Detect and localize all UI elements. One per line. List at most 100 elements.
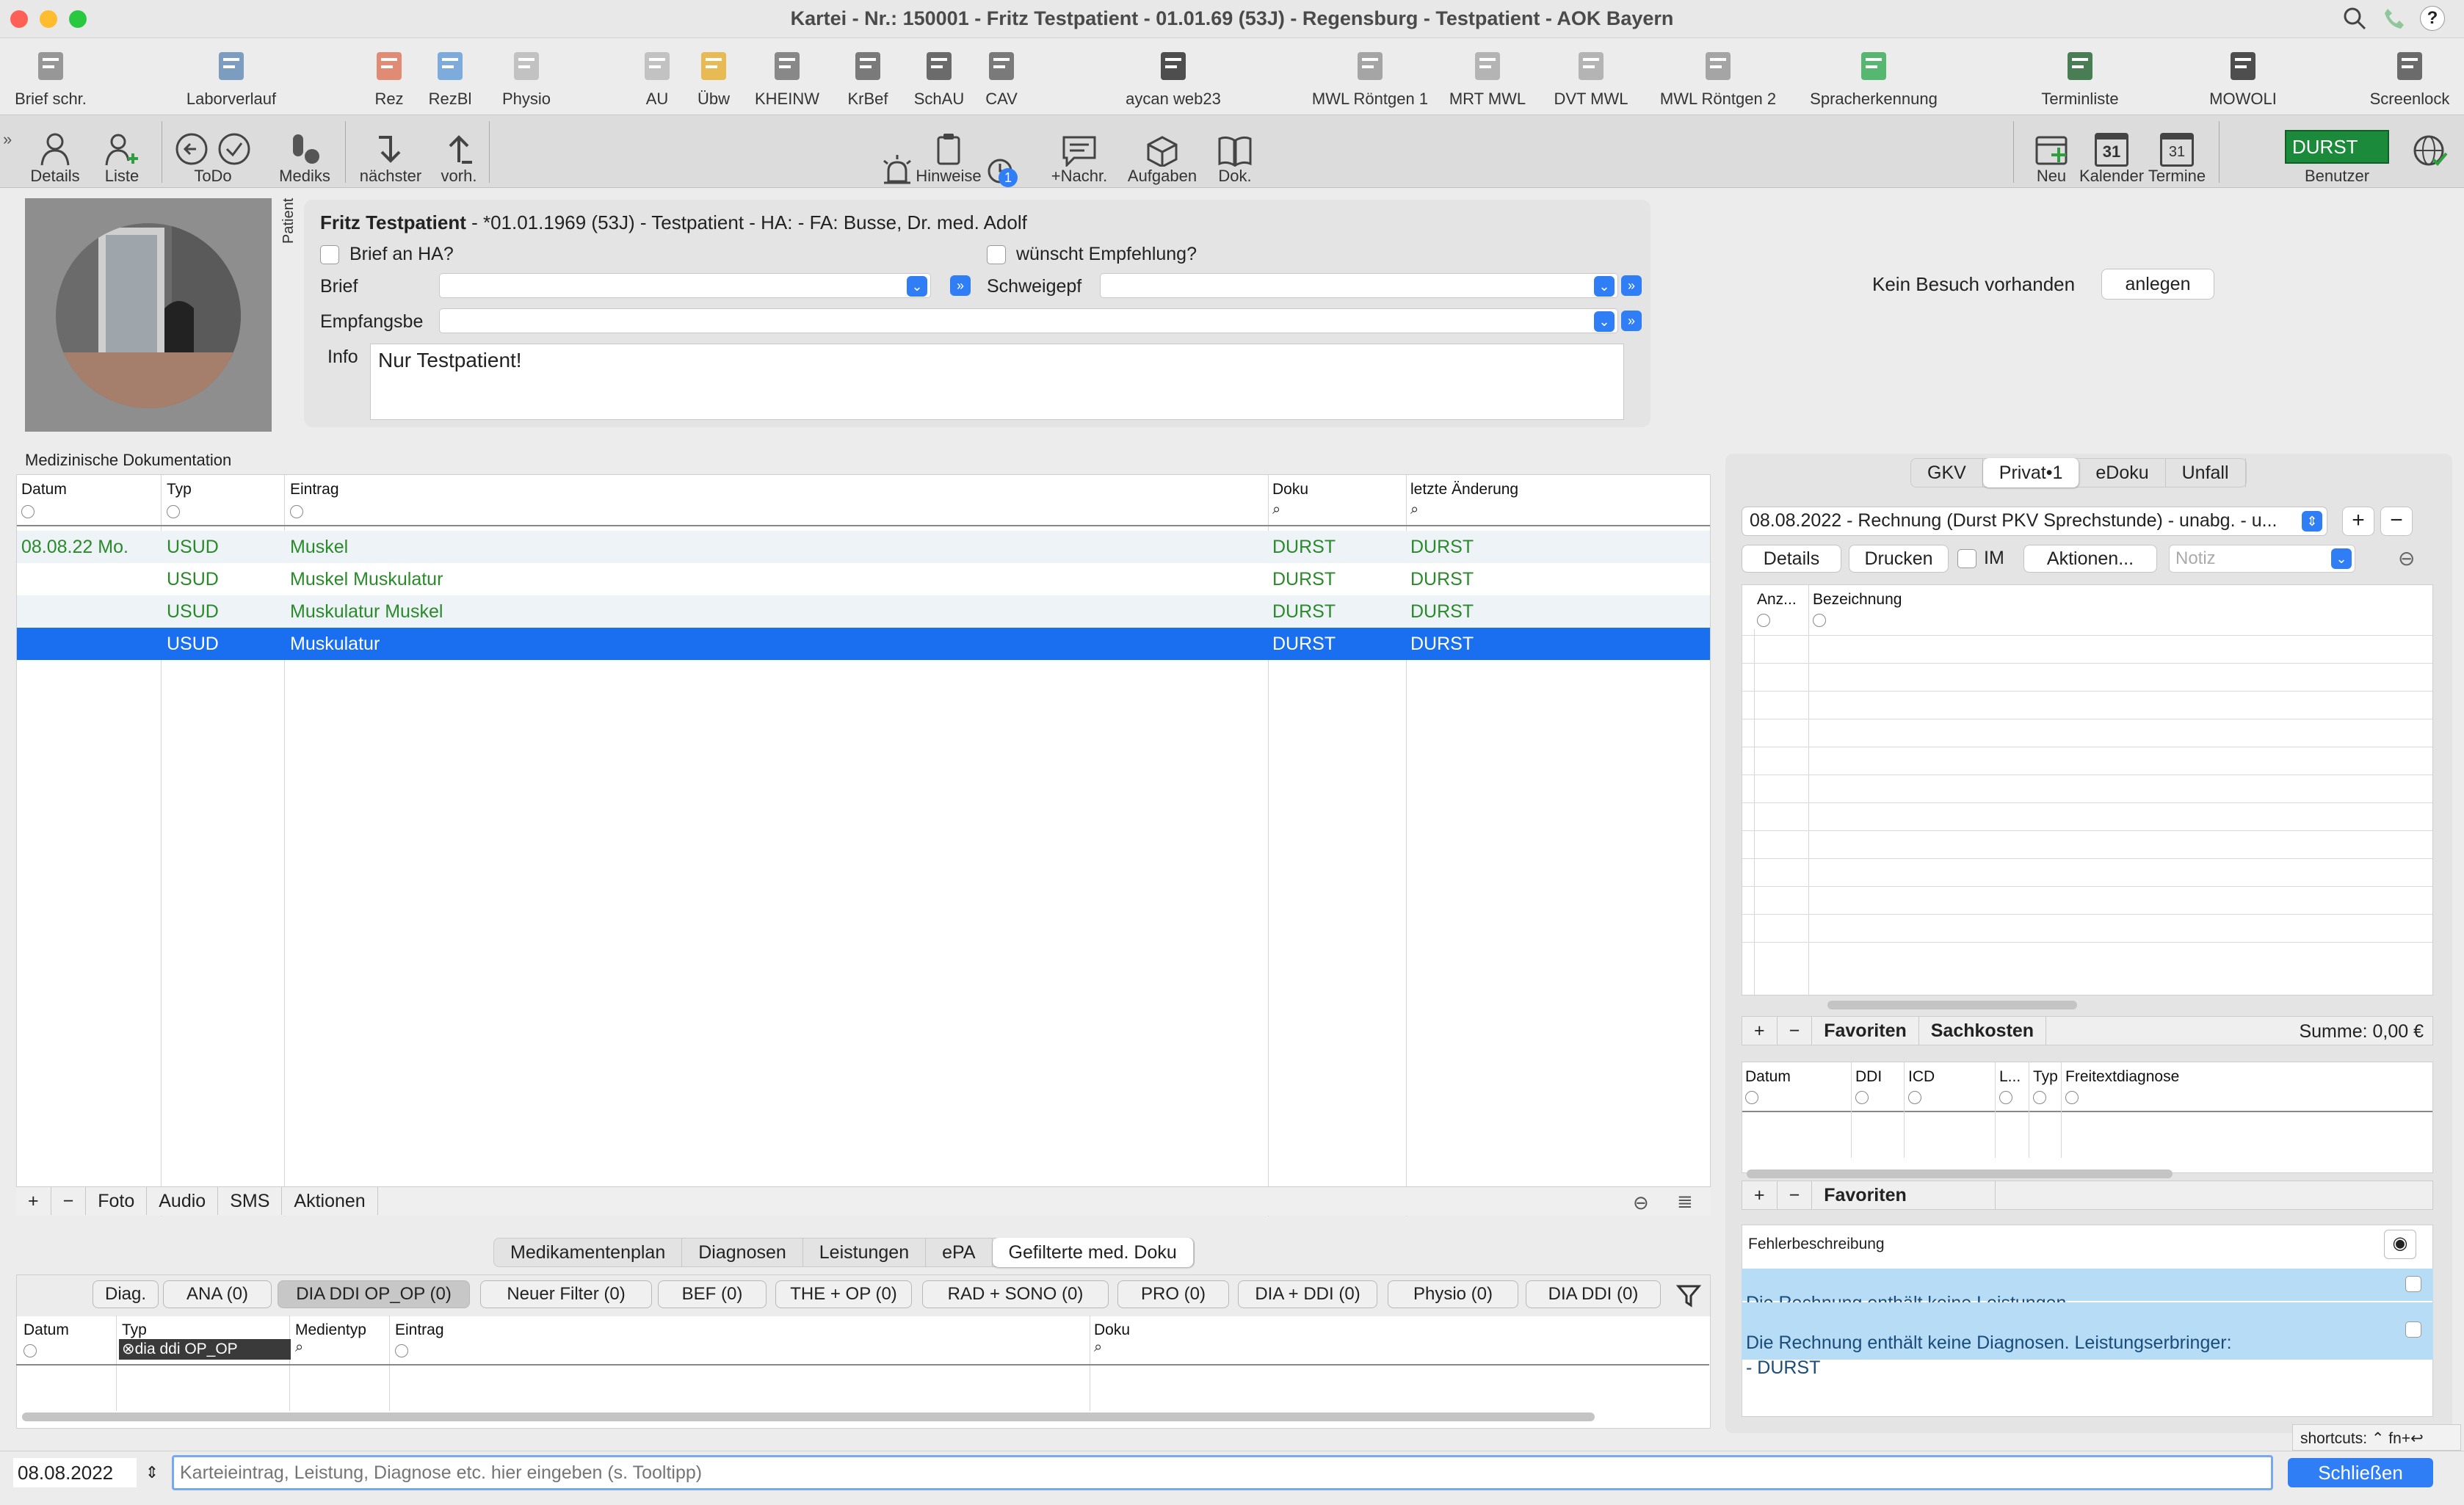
billing-tab[interactable]: eDoku (2079, 458, 2166, 487)
filter-funnel-icon[interactable] (1675, 1282, 1702, 1308)
col-doku[interactable]: Doku (1272, 481, 1308, 498)
toolbar-item-übw[interactable]: Übw (692, 38, 736, 113)
next-patient-button[interactable]: nächster (354, 120, 427, 186)
toolbar-item-au[interactable]: AU (639, 38, 675, 113)
empfehlung-option[interactable]: wünscht Empfehlung? (987, 244, 1197, 265)
info-textarea[interactable]: Nur Testpatient! (370, 344, 1624, 420)
previous-patient-button[interactable]: vorh. (433, 120, 485, 186)
eintrag-filter-radio[interactable] (290, 503, 303, 523)
globe-check-icon[interactable] (2411, 133, 2448, 175)
diag-col[interactable]: Freitextdiagnose (2065, 1068, 2179, 1086)
billing-tab[interactable]: Unfall (2166, 458, 2246, 487)
more-options-icon[interactable]: ⊖ (2398, 546, 2415, 570)
empfehlung-checkbox[interactable] (987, 244, 1006, 264)
toolbar-item-physio[interactable]: Physio (493, 38, 559, 113)
notiz-select[interactable]: Notiz ⌄ (2169, 545, 2355, 573)
fdatum-radio[interactable] (23, 1342, 37, 1363)
fcol-eintrag[interactable]: Eintrag (395, 1321, 444, 1339)
diag-col-radio[interactable] (1999, 1089, 2012, 1109)
toolbar-item-aycan-web23[interactable]: aycan web23 (1107, 38, 1239, 113)
remove-item-button[interactable]: − (1778, 1017, 1813, 1045)
benutzer-button[interactable]: DURST Benutzer (2280, 120, 2394, 186)
add-message-button[interactable]: +Nachr. (1043, 120, 1116, 186)
im-checkbox[interactable] (1957, 548, 1976, 568)
filter-chip[interactable]: Physio (0) (1388, 1280, 1518, 1308)
toolbar-item-rezbl[interactable]: RezBl (424, 38, 476, 113)
medientyp-search-icon[interactable]: ⌕ (295, 1339, 303, 1356)
toolbar-item-mowoli[interactable]: MOWOLI (2203, 38, 2283, 113)
filter-chip[interactable]: RAD + SONO (0) (922, 1280, 1109, 1308)
filter-chip[interactable]: Diag. (93, 1280, 159, 1308)
aenderung-search-icon[interactable]: ⌕ (1410, 501, 1418, 518)
fcol-doku[interactable]: Doku (1094, 1321, 1130, 1339)
typ-filter-radio[interactable] (167, 503, 180, 523)
tab-leistungen[interactable]: Leistungen (803, 1238, 927, 1267)
tab-diagnosen[interactable]: Diagnosen (682, 1238, 803, 1267)
doku-search-icon[interactable]: ⌕ (1272, 501, 1280, 518)
remove-invoice-button[interactable]: − (2380, 507, 2413, 536)
diag-col-radio[interactable] (1855, 1089, 1869, 1109)
col-eintrag[interactable]: Eintrag (290, 481, 339, 498)
help-icon[interactable]: ? (2420, 6, 2445, 31)
schweigepf-expand-icon[interactable]: » (1621, 275, 1642, 296)
toolbar-item-rez[interactable]: Rez (360, 38, 418, 113)
mediks-button[interactable]: Mediks (272, 120, 338, 186)
remove-diagnosis-button[interactable]: − (1778, 1181, 1813, 1209)
error-row-2[interactable]: Die Rechnung enthält keine Diagnosen. Le… (1742, 1302, 2433, 1378)
table-row[interactable]: 08.08.22 Mo. USUD Muskel DURST DURST (17, 531, 1710, 563)
toolbar-item-terminliste[interactable]: Terminliste (2025, 38, 2135, 113)
toolbar-item-dvt-mwl[interactable]: DVT MWL (1551, 38, 1631, 113)
col-letzte-aenderung[interactable]: letzte Änderung (1410, 481, 1518, 498)
error-2-checkbox[interactable] (2405, 1321, 2421, 1338)
toolbar-item-mwl-röntgen-2[interactable]: MWL Röntgen 2 (1652, 38, 1784, 113)
drucken-button[interactable]: Drucken (1849, 545, 1949, 573)
favoriten-diagnosis-button[interactable]: Favoriten (1812, 1181, 1996, 1209)
settings-dial-icon[interactable]: ◉ (2384, 1230, 2416, 1259)
date-field[interactable]: 08.08.2022 (13, 1458, 137, 1487)
filter-chip[interactable]: DIA + DDI (0) (1238, 1280, 1377, 1308)
details-button[interactable]: Details (22, 120, 88, 186)
filter-chip[interactable]: DIA DDI (0) (1526, 1280, 1661, 1308)
brief-expand-icon[interactable]: » (950, 275, 971, 296)
anlegen-button[interactable]: anlegen (2101, 269, 2214, 300)
toolbar-item-schau[interactable]: SchAU (906, 38, 972, 113)
filter-chip[interactable]: Neuer Filter (0) (480, 1280, 652, 1308)
foto-button[interactable]: Foto (86, 1187, 148, 1215)
filter-chip[interactable]: ANA (0) (163, 1280, 272, 1308)
billing-tab[interactable]: Privat•1 (1982, 458, 2080, 487)
empfangsbe-expand-icon[interactable]: » (1621, 311, 1642, 331)
billing-details-button[interactable]: Details (1742, 545, 1841, 573)
options-circle-icon[interactable]: ⊖ (1633, 1192, 1649, 1214)
billing-tab[interactable]: GKV (1911, 458, 1983, 487)
fcol-medientyp[interactable]: Medientyp (295, 1321, 366, 1339)
billing-aktionen-button[interactable]: Aktionen... (2023, 545, 2157, 573)
fcol-typ[interactable]: Typ (122, 1321, 147, 1339)
diag-col[interactable]: L... (1999, 1068, 2021, 1086)
tab-epa[interactable]: ePA (926, 1238, 993, 1267)
table-row[interactable]: USUD Muskulatur Muskel DURST DURST (17, 595, 1710, 628)
collapse-chevron-icon[interactable]: » (3, 130, 12, 149)
feintrag-radio[interactable] (395, 1342, 408, 1363)
bezeichnung-radio[interactable] (1813, 612, 1826, 632)
termine-button[interactable]: 31 Termine (2144, 120, 2210, 186)
date-stepper-icon[interactable]: ⇕ (141, 1458, 163, 1487)
diag-col[interactable]: ICD (1908, 1068, 1935, 1086)
im-option[interactable]: IM (1957, 548, 2004, 569)
error-row-1[interactable]: Die Rechnung enthält keine Leistungen. (1742, 1269, 2433, 1313)
audio-button[interactable]: Audio (147, 1187, 219, 1215)
fdoku-search-icon[interactable]: ⌕ (1094, 1339, 1102, 1356)
diag-col-radio[interactable] (1908, 1089, 1921, 1109)
typ-filter-token[interactable]: ⊗dia ddi OP_OP (119, 1339, 291, 1360)
remove-entry-button[interactable]: − (51, 1187, 87, 1215)
clear-filter-icon[interactable]: ⊗ (122, 1341, 135, 1357)
toolbar-item-brief-schr-[interactable]: Brief schr. (3, 38, 98, 113)
col-typ[interactable]: Typ (167, 481, 192, 498)
add-item-button[interactable]: + (1742, 1017, 1778, 1045)
filter-chip[interactable]: THE + OP (0) (775, 1280, 912, 1308)
diag-col[interactable]: DDI (1855, 1068, 1882, 1086)
tab-gefilterte-med-doku[interactable]: Gefilterte med. Doku (992, 1238, 1194, 1267)
favoriten-button[interactable]: Favoriten (1812, 1017, 1919, 1045)
add-invoice-button[interactable]: + (2342, 507, 2374, 536)
invoice-select[interactable]: 08.08.2022 - Rechnung (Durst PKV Sprechs… (1742, 507, 2327, 536)
diag-col[interactable]: Typ (2033, 1068, 2058, 1086)
